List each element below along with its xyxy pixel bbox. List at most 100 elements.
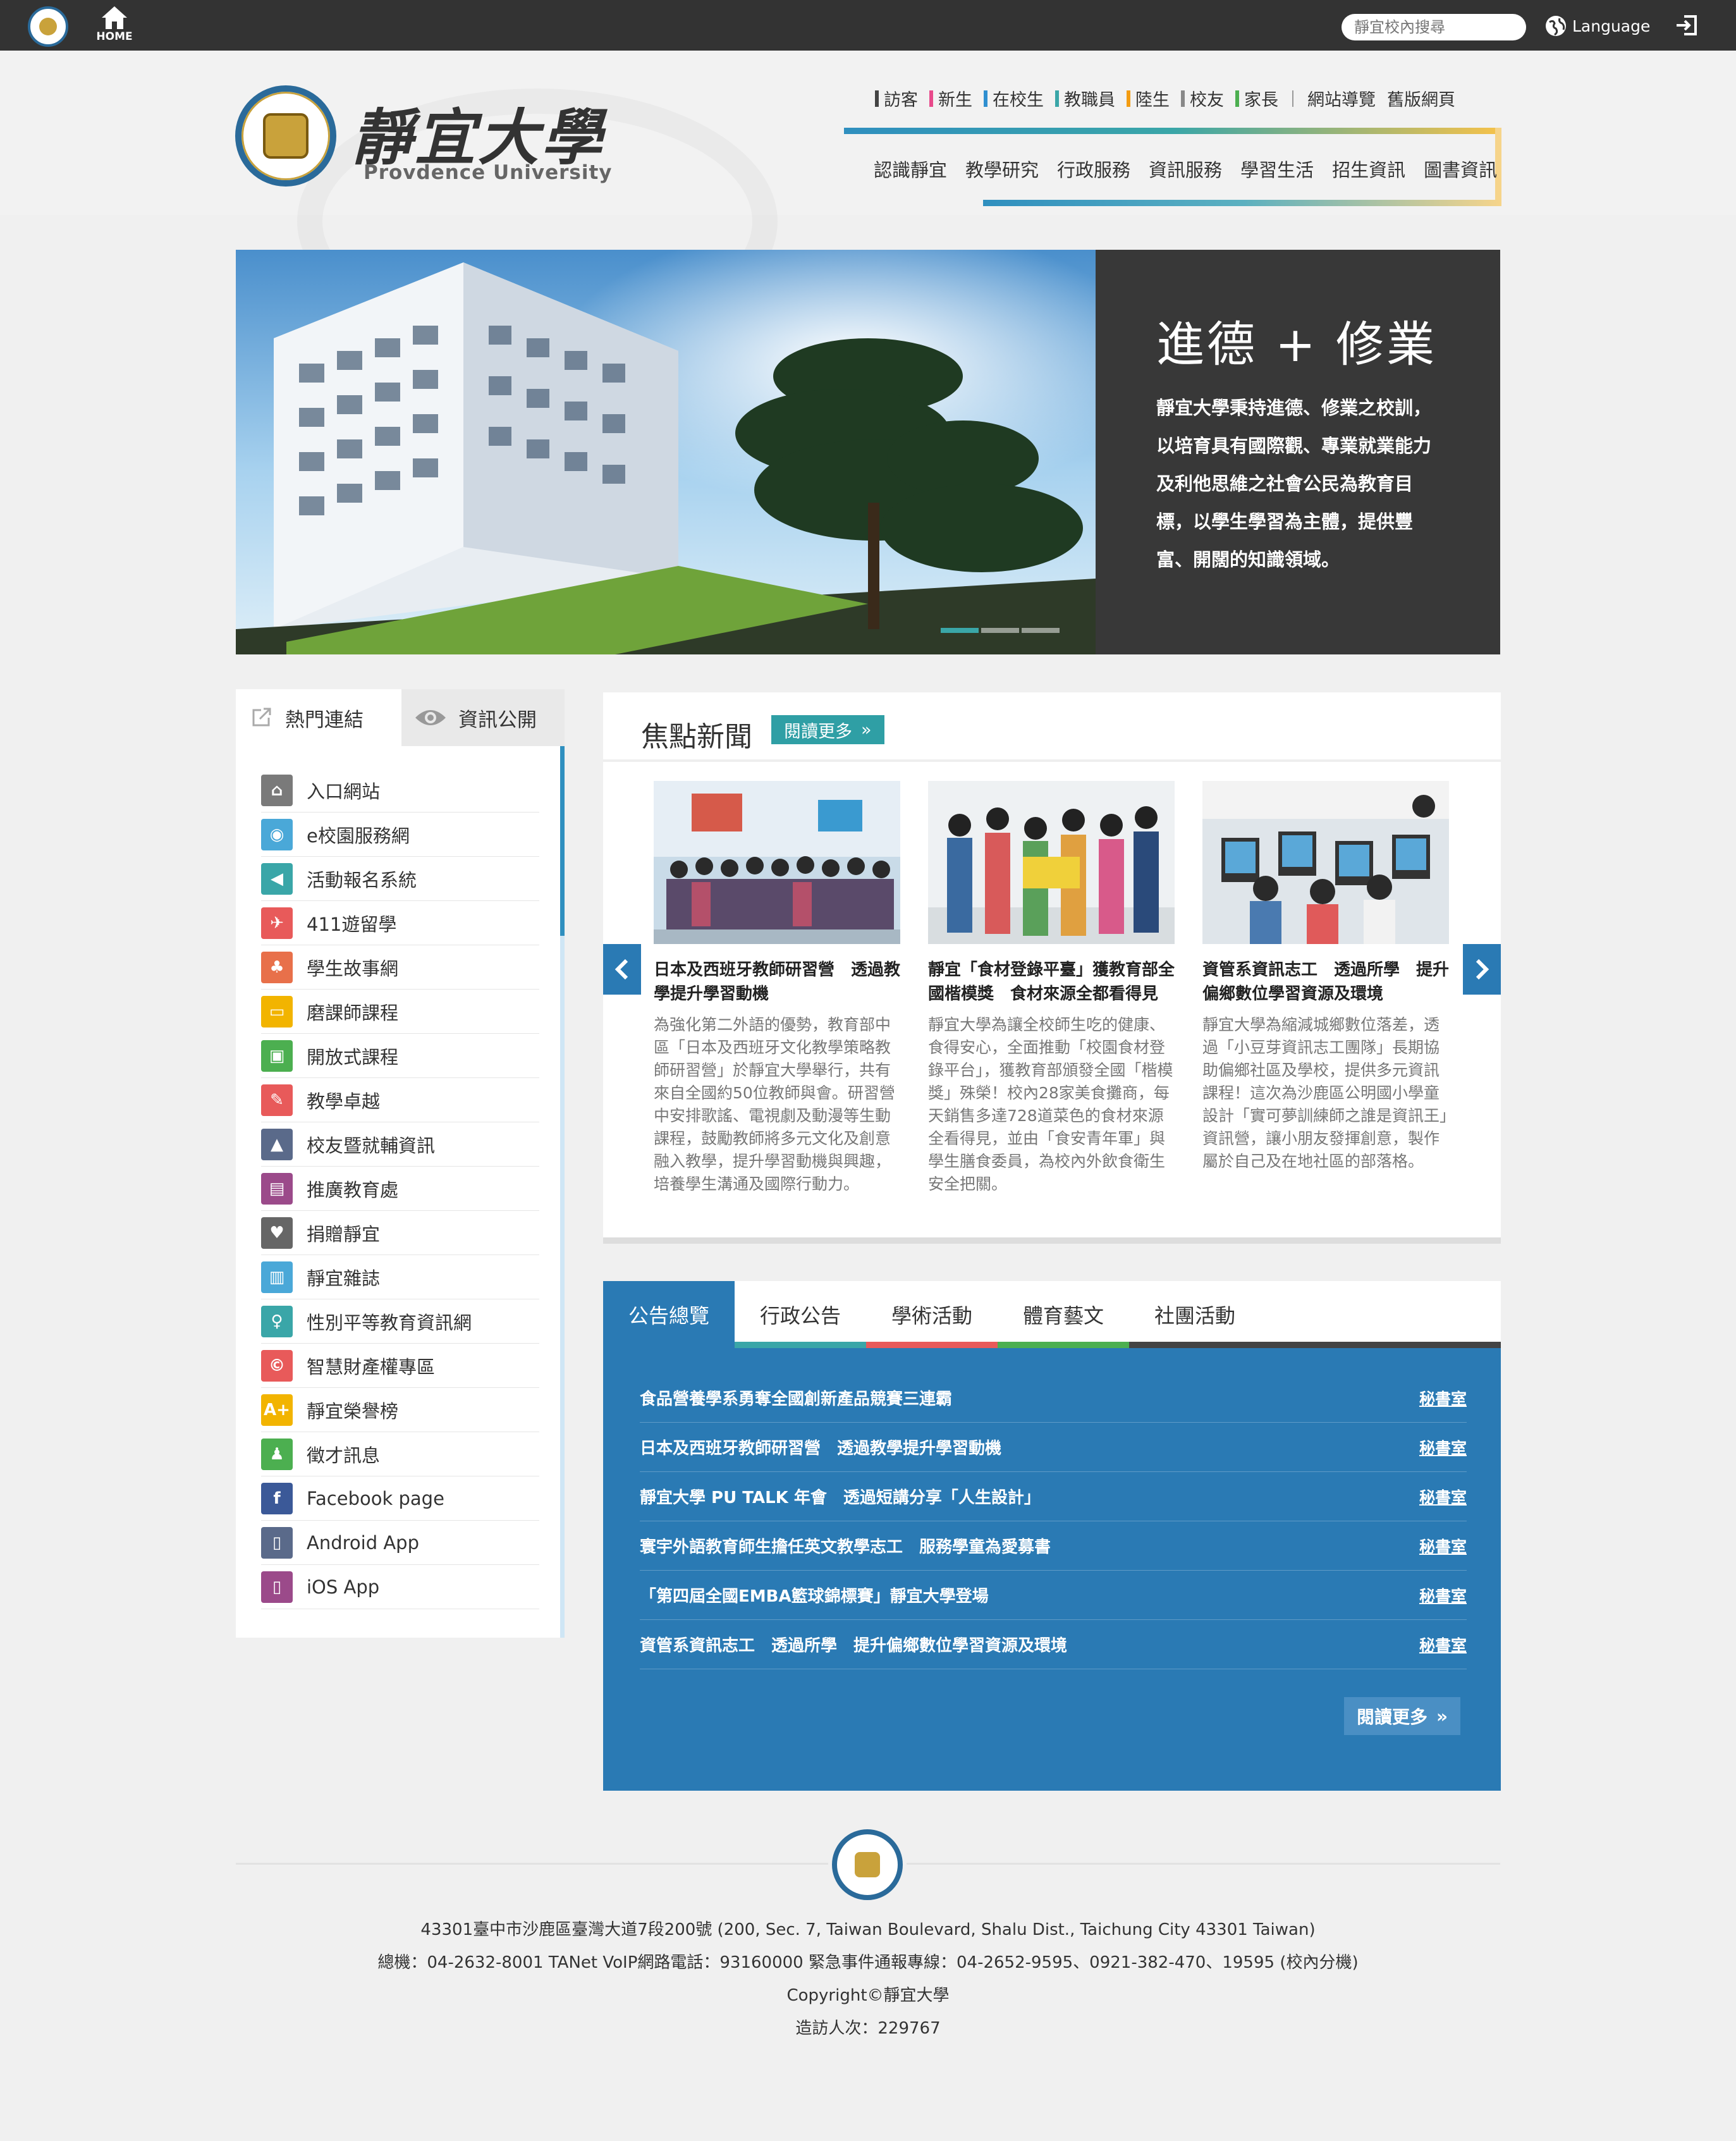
news-photo[interactable] bbox=[654, 781, 900, 944]
tab-academic-events[interactable]: 學術活動 bbox=[866, 1281, 998, 1348]
footer-address: 43301臺中市沙鹿區臺灣大道7段200號 (200, Sec. 7, Taiw… bbox=[420, 1920, 1316, 1939]
sidebar-link[interactable]: ♣ 學生故事網 bbox=[261, 945, 539, 990]
language-button[interactable]: Language bbox=[1544, 13, 1650, 39]
sidebar-link-label: 學生故事網 bbox=[307, 957, 399, 979]
news-headline[interactable]: 資管系資訊志工 透過所學 提升偏鄉數位學習資源及環境 bbox=[1202, 958, 1449, 1006]
link-icon: ✎ bbox=[261, 1084, 293, 1116]
announcement-title[interactable]: 靜宜大學 PU TALK 年會 透過短講分享「人生設計」 bbox=[640, 1485, 1041, 1508]
external-link-icon bbox=[252, 708, 271, 727]
hero-dot[interactable] bbox=[1022, 628, 1060, 633]
nav-campus-life[interactable]: 學習生活 bbox=[1240, 156, 1314, 182]
tab-sports-arts[interactable]: 體育藝文 bbox=[998, 1281, 1129, 1348]
nav-it-services[interactable]: 資訊服務 bbox=[1149, 156, 1222, 182]
audience-freshman[interactable]: 新生 bbox=[929, 86, 972, 111]
tab-popular-links[interactable]: 熱門連結 bbox=[236, 689, 401, 746]
audience-staff[interactable]: 教職員 bbox=[1055, 86, 1115, 111]
hero-image[interactable] bbox=[236, 250, 1096, 654]
link-icon: ◉ bbox=[261, 818, 293, 850]
sidebar-link[interactable]: ◉ e校園服務網 bbox=[261, 813, 539, 857]
audience-student[interactable]: 在校生 bbox=[984, 86, 1044, 111]
sidebar-link[interactable]: ▯ iOS App bbox=[261, 1565, 539, 1609]
sidebar-link[interactable]: ⌂ 入口網站 bbox=[261, 768, 539, 813]
popular-links-panel: ⌂ 入口網站 ◉ e校園服務網 ◀ 活動報名系統 ✈ 411遊留學 ♣ 學生故事網 ▭ 磨課師課程 ▣ 開… bbox=[236, 746, 565, 1638]
university-seal-small[interactable] bbox=[28, 6, 68, 47]
link-icon: ♣ bbox=[261, 951, 293, 983]
news-card[interactable]: 資管系資訊志工 透過所學 提升偏鄉數位學習資源及環境 靜宜大學為縮減城鄉數位落差… bbox=[1202, 781, 1449, 1173]
sidebar-link[interactable]: ✎ 教學卓越 bbox=[261, 1078, 539, 1122]
news-photo[interactable] bbox=[928, 781, 1175, 944]
tab-admin-announcements[interactable]: 行政公告 bbox=[735, 1281, 866, 1348]
tab-all-announcements[interactable]: 公告總覽 bbox=[603, 1281, 735, 1348]
news-read-more-button[interactable]: 閱讀更多» bbox=[771, 715, 884, 744]
tab-info-disclosure[interactable]: 資訊公開 bbox=[401, 689, 565, 746]
announcement-title[interactable]: 資管系資訊志工 透過所學 提升偏鄉數位學習資源及環境 bbox=[640, 1633, 1067, 1656]
logo-english-name[interactable]: Provdence University bbox=[364, 161, 612, 184]
news-headline[interactable]: 靜宜「食材登錄平臺」獲教育部全國楷模獎 食材來源全都看得見 bbox=[928, 958, 1175, 1006]
nav-administration[interactable]: 行政服務 bbox=[1057, 156, 1130, 182]
announcement-read-more-button[interactable]: 閱讀更多» bbox=[1344, 1697, 1461, 1735]
news-photo[interactable] bbox=[1202, 781, 1449, 944]
hero-dot[interactable] bbox=[941, 628, 979, 633]
nav-about[interactable]: 認識靜宜 bbox=[874, 156, 947, 182]
announcement-dept-link[interactable]: 秘書室 bbox=[1419, 1535, 1467, 1557]
sidebar-link[interactable]: f Facebook page bbox=[261, 1476, 539, 1521]
link-icon: ▯ bbox=[261, 1571, 293, 1603]
news-headline[interactable]: 日本及西班牙教師研習營 透過教學提升學習動機 bbox=[654, 958, 900, 1006]
audience-bar bbox=[875, 90, 879, 107]
announcement-title[interactable]: 「第四屆全國EMBA籃球錦標賽」靜宜大學登場 bbox=[640, 1583, 989, 1607]
audience-divider bbox=[1292, 90, 1293, 107]
audience-alumni[interactable]: 校友 bbox=[1181, 86, 1224, 111]
sidebar-link[interactable]: ▯ Android App bbox=[261, 1521, 539, 1565]
audience-parent[interactable]: 家長 bbox=[1235, 86, 1278, 111]
news-prev-button[interactable] bbox=[603, 944, 641, 995]
double-chevron-icon: » bbox=[1436, 1705, 1448, 1727]
university-seal[interactable] bbox=[235, 85, 336, 187]
news-summary: 靜宜大學為讓全校師生吃的健康、食得安心，全面推動「校園食材登錄平台」，獲教育部頒… bbox=[928, 1015, 1173, 1193]
sidebar-link[interactable]: ♀ 性別平等教育資訊網 bbox=[261, 1299, 539, 1344]
announcement-dept-link[interactable]: 秘書室 bbox=[1419, 1387, 1467, 1409]
audience-mainland[interactable]: 陸生 bbox=[1127, 86, 1170, 111]
sidebar-link[interactable]: ▥ 靜宜雜誌 bbox=[261, 1255, 539, 1299]
audience-visitor[interactable]: 訪客 bbox=[875, 86, 918, 111]
announcements: 公告總覽 行政公告 學術活動 體育藝文 社團活動 食品營養學系勇奪全國創新產品競… bbox=[603, 1281, 1501, 1791]
sidebar-link[interactable]: A+ 靜宜榮譽榜 bbox=[261, 1388, 539, 1432]
sidebar-link[interactable]: ▲ 校友暨就輔資訊 bbox=[261, 1122, 539, 1167]
hero-dot[interactable] bbox=[981, 628, 1019, 633]
home-button[interactable]: HOME bbox=[95, 5, 134, 48]
home-label: HOME bbox=[96, 30, 133, 43]
nav-admissions[interactable]: 招生資訊 bbox=[1332, 156, 1405, 182]
announcement-dept-link[interactable]: 秘書室 bbox=[1419, 1485, 1467, 1508]
announcement-panel: 食品營養學系勇奪全國創新產品競賽三連霸 秘書室 日本及西班牙教師研習營 透過教學提升… bbox=[603, 1348, 1501, 1791]
announcement-dept-link[interactable]: 秘書室 bbox=[1419, 1633, 1467, 1656]
sidebar-link[interactable]: ◀ 活動報名系統 bbox=[261, 857, 539, 901]
login-button[interactable] bbox=[1674, 13, 1701, 39]
link-icon: ▥ bbox=[261, 1261, 293, 1293]
sidebar-link[interactable]: ♥ 捐贈靜宜 bbox=[261, 1211, 539, 1255]
announcement-title[interactable]: 日本及西班牙教師研習營 透過教學提升學習動機 bbox=[640, 1435, 1001, 1459]
sidebar-link[interactable]: ✈ 411遊留學 bbox=[261, 901, 539, 945]
nav-library[interactable]: 圖書資訊 bbox=[1424, 156, 1497, 182]
news-card[interactable]: 日本及西班牙教師研習營 透過教學提升學習動機 為強化第二外語的優勢，教育部中區「… bbox=[654, 781, 900, 1196]
tab-label: 資訊公開 bbox=[458, 708, 537, 732]
sidebar-scrollbar[interactable] bbox=[560, 746, 565, 1638]
sidebar-link[interactable]: ▤ 推廣教育處 bbox=[261, 1167, 539, 1211]
news-card[interactable]: 靜宜「食材登錄平臺」獲教育部全國楷模獎 食材來源全都看得見 靜宜大學為讓全校師生… bbox=[928, 781, 1175, 1196]
announcement-dept-link[interactable]: 秘書室 bbox=[1419, 1436, 1467, 1459]
sidebar-link[interactable]: ▣ 開放式課程 bbox=[261, 1034, 539, 1078]
sidebar-link-label: Facebook page bbox=[307, 1487, 444, 1509]
nav-academics[interactable]: 教學研究 bbox=[965, 156, 1039, 182]
link-icon: ✈ bbox=[261, 907, 293, 939]
search-input[interactable] bbox=[1342, 14, 1526, 40]
popular-links-list: ⌂ 入口網站 ◉ e校園服務網 ◀ 活動報名系統 ✈ 411遊留學 ♣ 學生故事網 ▭ 磨課師課程 ▣ 開… bbox=[261, 768, 539, 1609]
sidebar-link[interactable]: ▭ 磨課師課程 bbox=[261, 990, 539, 1034]
chevron-left-icon bbox=[614, 959, 628, 980]
tab-club-activities[interactable]: 社團活動 bbox=[1129, 1281, 1261, 1348]
announcement-title[interactable]: 食品營養學系勇奪全國創新產品競賽三連霸 bbox=[640, 1386, 952, 1409]
sidebar-link[interactable]: ♟ 徵才訊息 bbox=[261, 1432, 539, 1476]
old-site-link[interactable]: 舊版網頁 bbox=[1387, 86, 1455, 111]
announcement-title[interactable]: 寰宇外語教育師生擔任英文教學志工 服務學童為愛募書 bbox=[640, 1534, 1051, 1557]
news-next-button[interactable] bbox=[1463, 944, 1501, 995]
sitemap-link[interactable]: 網站導覽 bbox=[1307, 86, 1376, 111]
sidebar-link[interactable]: © 智慧財產權專區 bbox=[261, 1344, 539, 1388]
announcement-dept-link[interactable]: 秘書室 bbox=[1419, 1584, 1467, 1607]
